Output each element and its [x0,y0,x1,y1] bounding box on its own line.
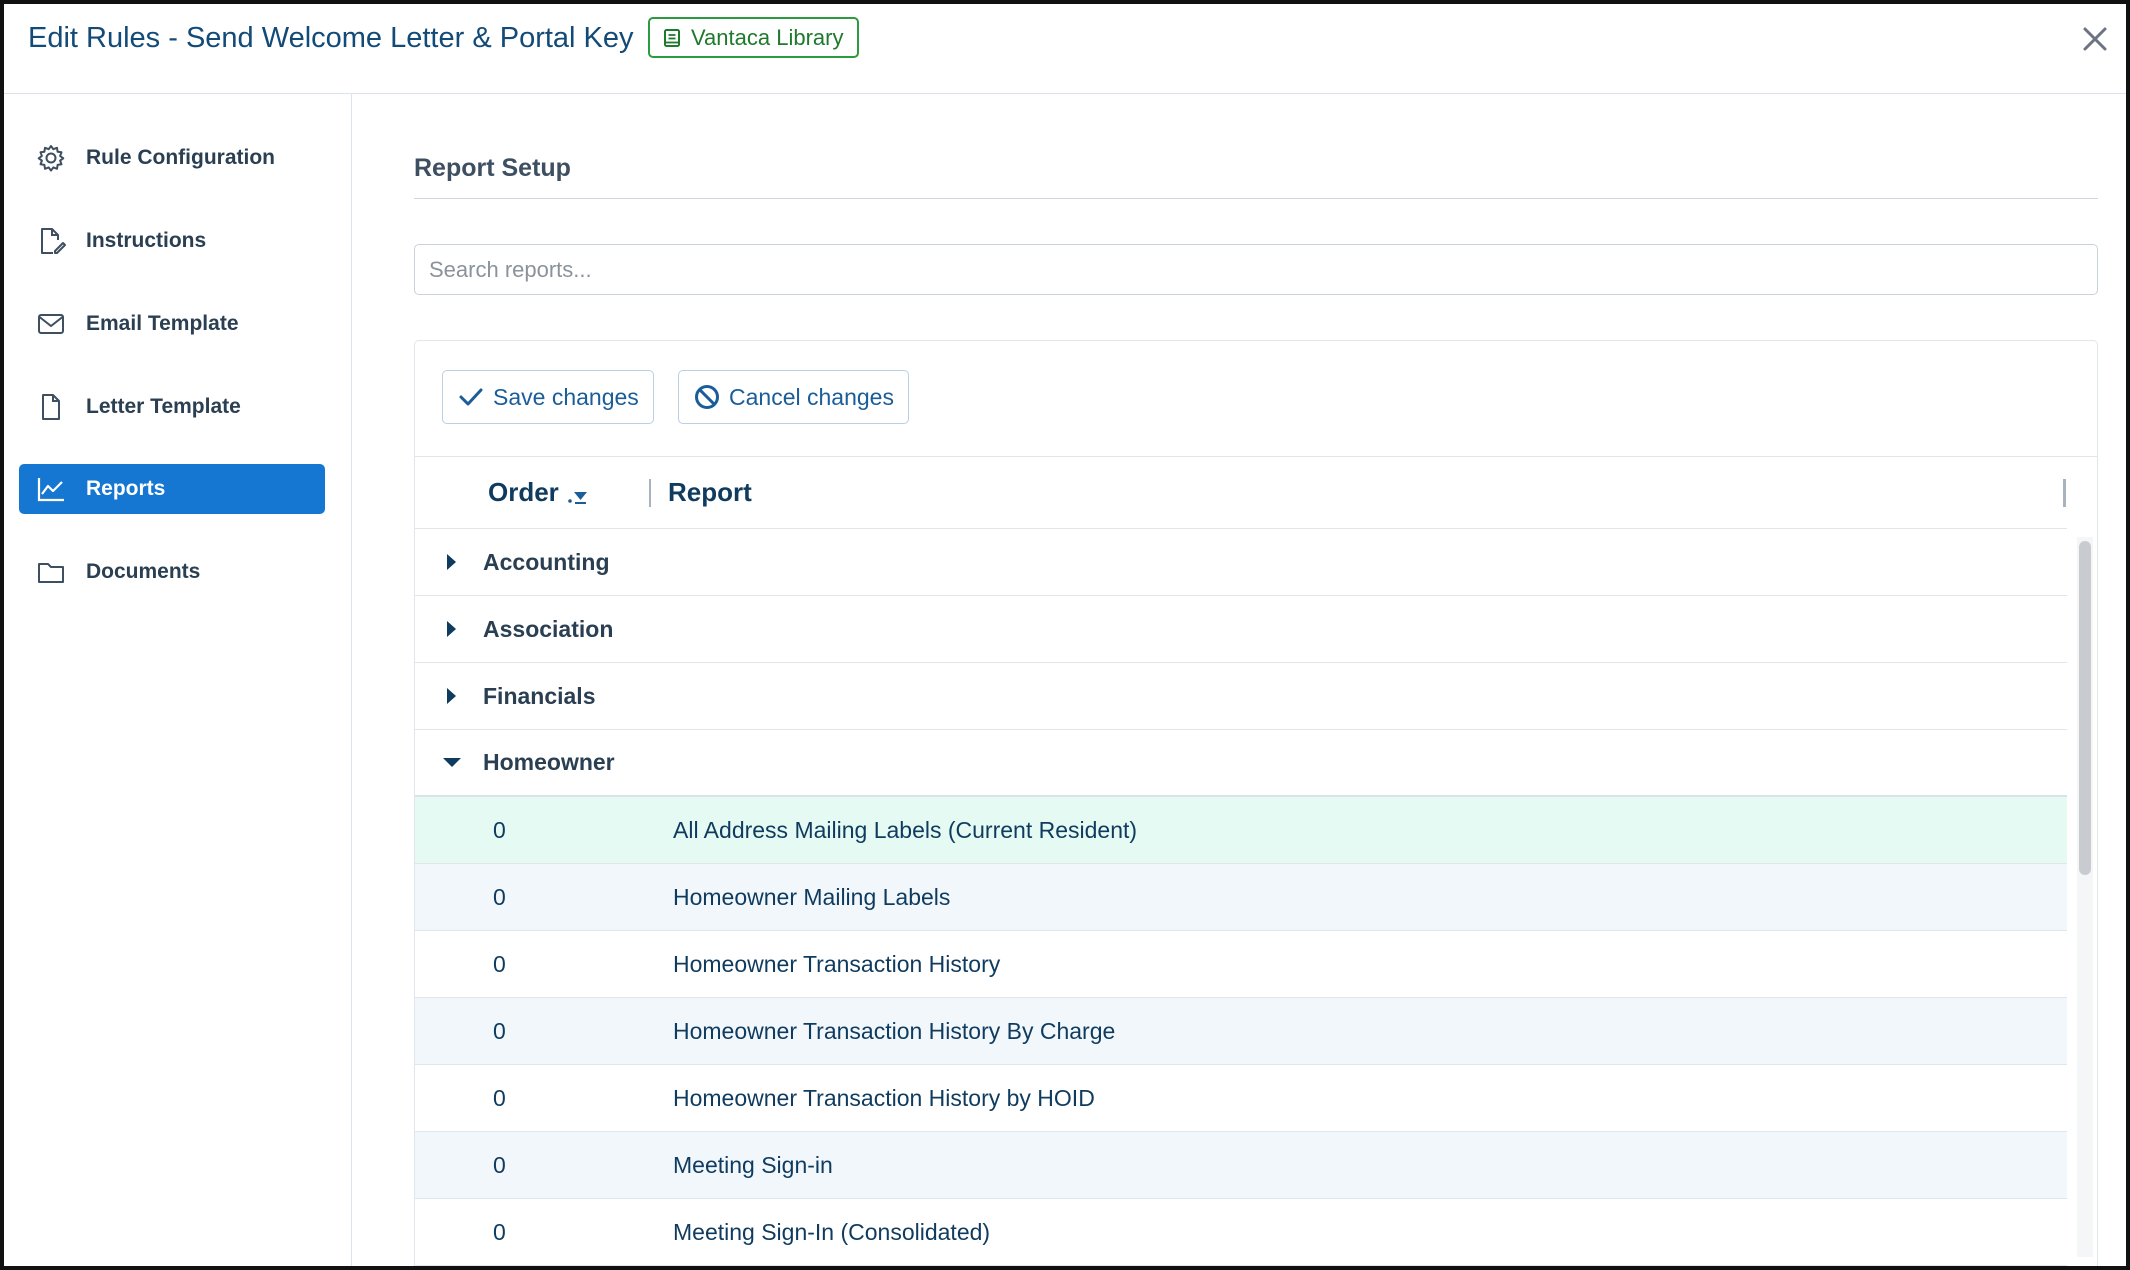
table-row[interactable]: 0 Meeting Sign-In (Consolidated) [415,1199,2067,1266]
order-cell: 0 [493,950,506,977]
sidebar-item-label: Instructions [86,229,207,252]
group-label: Homeowner [483,749,615,775]
library-badge: Vantaca Library [648,17,860,58]
document-edit-icon [36,226,66,256]
table-row[interactable]: 0 Meeting Sign-in [415,1132,2067,1199]
sidebar-item-label: Documents [86,560,201,583]
report-cell: All Address Mailing Labels (Current Resi… [673,816,1138,843]
report-cell: Meeting Sign-in [673,1151,833,1178]
order-cell: 0 [493,883,506,910]
column-header-report[interactable]: Report [668,477,752,508]
report-cell: Homeowner Mailing Labels [673,883,951,910]
group-row-accounting[interactable]: Accounting [415,529,2067,596]
ban-icon [695,385,719,409]
main-content: Report Setup Save changes Cancel changes [352,94,2126,1266]
book-icon [664,28,680,47]
cancel-changes-label: Cancel changes [729,383,894,410]
table-row[interactable]: 0 Homeowner Mailing Labels [415,864,2067,931]
group-row-association[interactable]: Association [415,596,2067,663]
order-cell: 0 [493,816,506,843]
dialog-window: Edit Rules - Send Welcome Letter & Porta… [0,0,2130,1270]
sidebar-item-instructions[interactable]: Instructions [19,216,325,266]
sidebar-item-label: Rule Configuration [86,146,275,169]
report-cell: Homeowner Transaction History by HOID [673,1084,1095,1111]
search-input[interactable] [414,244,2098,295]
table-row[interactable]: 0 All Address Mailing Labels (Current Re… [415,797,2067,864]
sidebar-item-label: Reports [86,477,166,500]
group-label: Association [483,615,614,642]
order-cell: 0 [493,1084,506,1111]
grid-toolbar: Save changes Cancel changes [415,341,2097,457]
envelope-icon [36,309,66,339]
group-row-financials[interactable]: Financials [415,663,2067,730]
order-cell: 0 [493,1218,506,1245]
group-label: Accounting [483,548,610,575]
checkmark-icon [459,388,483,406]
column-header-order[interactable]: Order [488,477,589,508]
order-cell: 0 [493,1017,506,1044]
reports-grid-card: Save changes Cancel changes Order Report… [414,340,2098,1266]
save-changes-button[interactable]: Save changes [442,370,654,424]
sidebar-item-label: Letter Template [86,395,241,418]
caret-right-icon [447,621,456,637]
group-label: Financials [483,682,596,709]
divider [414,198,2098,199]
section-title: Report Setup [414,154,571,182]
document-icon [36,392,66,422]
vertical-scrollbar[interactable] [2077,537,2093,1257]
sidebar-item-reports[interactable]: Reports [19,464,325,514]
dialog-header: Edit Rules - Send Welcome Letter & Porta… [4,4,2126,94]
column-header-order-label: Order [488,477,559,507]
sidebar-item-rule-configuration[interactable]: Rule Configuration [19,133,325,183]
grid-body: Accounting Association Financials Homeow… [415,529,2067,1266]
order-cell: 0 [493,1151,506,1178]
sidebar-item-documents[interactable]: Documents [19,547,325,597]
report-cell: Meeting Sign-In (Consolidated) [673,1218,991,1245]
dialog-title: Edit Rules - Send Welcome Letter & Porta… [28,22,634,54]
group-row-homeowner[interactable]: Homeowner [415,730,2067,797]
grid-header: Order Report [415,457,2067,529]
report-cell: Homeowner Transaction History By Charge [673,1017,1116,1044]
caret-right-icon [447,688,456,704]
column-resize-handle[interactable] [2063,479,2066,507]
sidebar-item-letter-template[interactable]: Letter Template [19,382,325,432]
sidebar-item-label: Email Template [86,312,239,335]
scrollbar-thumb[interactable] [2079,541,2091,875]
table-row[interactable]: 0 Homeowner Transaction History By Charg… [415,998,2067,1065]
caret-down-icon [443,758,461,767]
caret-right-icon [447,554,456,570]
library-badge-label: Vantaca Library [691,24,844,50]
table-row[interactable]: 0 Homeowner Transaction History [415,931,2067,998]
table-row[interactable]: 0 Homeowner Transaction History by HOID [415,1065,2067,1132]
cancel-changes-button[interactable]: Cancel changes [678,370,909,424]
sidebar-item-email-template[interactable]: Email Template [19,299,325,349]
sidebar: Rule Configuration Instructions Email Te… [4,94,352,1266]
close-icon[interactable] [2080,24,2110,54]
report-cell: Homeowner Transaction History [673,950,1001,977]
folder-icon [36,557,66,587]
line-chart-icon [36,474,66,504]
gear-icon [36,143,66,173]
save-changes-label: Save changes [493,383,639,410]
column-resize-handle[interactable] [649,479,651,507]
sort-descending-icon [568,491,587,504]
